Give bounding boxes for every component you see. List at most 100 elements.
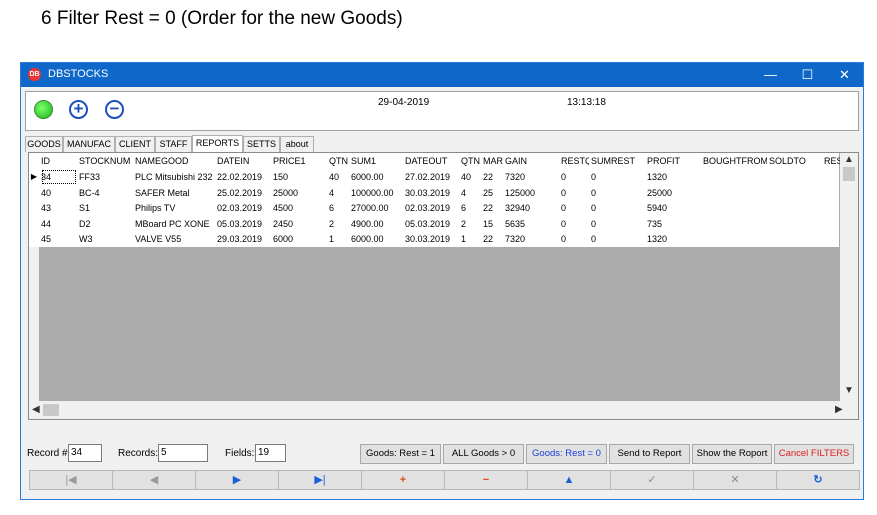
close-button[interactable]: ✕ xyxy=(826,63,863,87)
table-row[interactable]: 40 BC-4 SAFER Metal 25.02.2019 25000 4 100000.… xyxy=(29,184,839,201)
table-cell[interactable]: 7320 xyxy=(505,231,559,247)
vertical-scrollbar[interactable]: ▲ ▼ xyxy=(840,153,858,401)
column-header[interactable]: GAIN xyxy=(505,153,559,169)
column-header[interactable]: DATEIN xyxy=(217,153,271,169)
table-cell[interactable]: 22 xyxy=(483,231,503,247)
table-row[interactable]: 44 D2 MBoard PC XONE 05.03.2019 2450 2 4900.00… xyxy=(29,215,839,232)
table-cell[interactable]: 4 xyxy=(329,185,349,201)
horizontal-scrollbar[interactable]: ◀ ▶ xyxy=(29,401,858,419)
table-cell[interactable] xyxy=(703,169,767,185)
column-header[interactable]: SUM1 xyxy=(351,153,403,169)
table-cell[interactable]: Philips TV xyxy=(135,200,215,216)
table-cell[interactable]: 6 xyxy=(329,200,349,216)
table-cell[interactable]: D2 xyxy=(79,216,133,232)
scroll-up-icon[interactable]: ▲ xyxy=(844,154,854,165)
table-cell[interactable]: 1320 xyxy=(647,169,701,185)
vertical-scroll-thumb[interactable] xyxy=(843,167,855,181)
table-cell[interactable]: 1 xyxy=(461,231,481,247)
table-cell[interactable]: 0 xyxy=(591,169,645,185)
refresh-icon[interactable]: ↻ xyxy=(776,470,860,490)
column-header[interactable]: QTN xyxy=(329,153,349,169)
table-cell[interactable]: 2 xyxy=(329,216,349,232)
table-cell[interactable]: 4500 xyxy=(273,200,327,216)
table-cell[interactable]: 22.02.2019 xyxy=(217,169,271,185)
table-cell[interactable]: MBoard PC XONE xyxy=(135,216,215,232)
table-cell[interactable]: 125000 xyxy=(505,185,559,201)
table-cell[interactable]: 25000 xyxy=(273,185,327,201)
green-status-button[interactable] xyxy=(34,100,53,119)
scroll-left-icon[interactable]: ◀ xyxy=(32,404,40,415)
table-cell[interactable]: 0 xyxy=(561,216,589,232)
table-cell[interactable]: 25.02.2019 xyxy=(217,185,271,201)
cancel-icon[interactable]: ✕ xyxy=(693,470,777,490)
column-header[interactable]: SUMREST xyxy=(591,153,645,169)
remove-icon[interactable]: − xyxy=(105,100,124,119)
table-cell[interactable]: 0 xyxy=(591,200,645,216)
table-cell[interactable]: 4900.00 xyxy=(351,216,403,232)
column-header[interactable]: PROFIT xyxy=(647,153,701,169)
table-cell[interactable]: 40 xyxy=(41,185,77,201)
table-row[interactable]: 45 W3 VALVE V55 29.03.2019 6000 1 6000.00 30.03… xyxy=(29,231,839,247)
table-cell[interactable]: 27000.00 xyxy=(351,200,403,216)
table-cell[interactable]: 22 xyxy=(483,200,503,216)
tab-goods[interactable]: GOODS xyxy=(25,136,63,152)
table-cell[interactable]: 0 xyxy=(561,231,589,247)
scroll-right-icon[interactable]: ▶ xyxy=(835,404,843,415)
table-cell[interactable]: 43 xyxy=(41,200,77,216)
table-cell[interactable]: 6000.00 xyxy=(351,231,403,247)
table-cell[interactable] xyxy=(769,185,823,201)
table-cell[interactable]: 1 xyxy=(329,231,349,247)
table-cell[interactable]: 0 xyxy=(561,200,589,216)
table-cell[interactable]: 29.03.2019 xyxy=(217,231,271,247)
table-cell[interactable]: 40 xyxy=(329,169,349,185)
minimize-button[interactable]: — xyxy=(752,63,789,87)
table-cell[interactable]: 34 xyxy=(41,169,77,185)
add-icon[interactable]: + xyxy=(69,100,88,119)
maximize-button[interactable]: ☐ xyxy=(789,63,826,87)
table-cell[interactable]: 30.03.2019 xyxy=(405,231,459,247)
tab-manufac[interactable]: MANUFAC xyxy=(63,136,115,152)
table-cell[interactable]: BC-4 xyxy=(79,185,133,201)
column-header[interactable]: SOLDTO xyxy=(769,153,823,169)
fields-field[interactable]: 19 xyxy=(255,444,286,462)
prior-icon[interactable]: ◀ xyxy=(112,470,196,490)
table-cell[interactable] xyxy=(769,169,823,185)
table-row[interactable]: ▶ 34 FF33 PLC Mitsubishi 232 22.02.2019 150 40… xyxy=(29,169,839,185)
table-cell[interactable]: 44 xyxy=(41,216,77,232)
tab-setts[interactable]: SETTS xyxy=(243,136,280,152)
column-header[interactable]: NAMEGOOD xyxy=(135,153,215,169)
column-header[interactable]: RESTQ xyxy=(561,153,589,169)
table-cell[interactable] xyxy=(769,200,823,216)
table-cell[interactable]: 25 xyxy=(483,185,503,201)
table-cell[interactable]: W3 xyxy=(79,231,133,247)
delete-icon[interactable]: − xyxy=(444,470,528,490)
table-cell[interactable]: 25000 xyxy=(647,185,701,201)
table-cell[interactable]: S1 xyxy=(79,200,133,216)
table-cell[interactable] xyxy=(769,216,823,232)
column-header[interactable]: BOUGHTFROM xyxy=(703,153,767,169)
table-cell[interactable]: 40 xyxy=(461,169,481,185)
table-cell[interactable]: 27.02.2019 xyxy=(405,169,459,185)
table-cell[interactable]: 5635 xyxy=(505,216,559,232)
column-header[interactable]: STOCKNUM xyxy=(79,153,133,169)
record-field[interactable]: 34 xyxy=(68,444,102,462)
table-cell[interactable] xyxy=(703,200,767,216)
table-cell[interactable] xyxy=(703,216,767,232)
table-cell[interactable]: 32940 xyxy=(505,200,559,216)
next-icon[interactable]: ▶ xyxy=(195,470,279,490)
tab-client[interactable]: CLIENT xyxy=(115,136,155,152)
reports-grid[interactable]: ID STOCKNUM NAMEGOOD DATEIN PRICE1 QTN SUM1 DAT… xyxy=(28,152,859,420)
goods-rest-1-button[interactable]: Goods: Rest = 1 xyxy=(360,444,441,464)
table-cell[interactable]: 2450 xyxy=(273,216,327,232)
edit-icon[interactable]: ▲ xyxy=(527,470,611,490)
column-header[interactable]: QTN xyxy=(461,153,481,169)
table-cell[interactable]: 1320 xyxy=(647,231,701,247)
insert-icon[interactable]: + xyxy=(361,470,445,490)
table-cell[interactable]: 7320 xyxy=(505,169,559,185)
table-cell[interactable]: 735 xyxy=(647,216,701,232)
table-cell[interactable]: 05.03.2019 xyxy=(217,216,271,232)
table-cell[interactable]: 45 xyxy=(41,231,77,247)
table-cell[interactable]: 6000 xyxy=(273,231,327,247)
table-cell[interactable]: 05.03.2019 xyxy=(405,216,459,232)
show-report-button[interactable]: Show the Roport xyxy=(692,444,772,464)
